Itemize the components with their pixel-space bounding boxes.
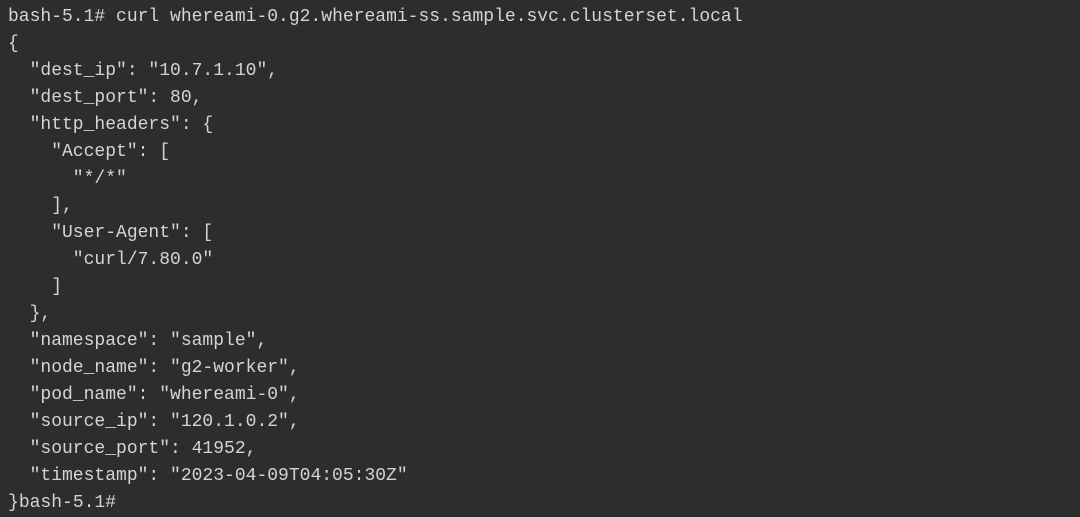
json-http-headers-close: },: [8, 304, 51, 324]
json-http-headers-open: "http_headers": {: [8, 115, 213, 135]
json-source-ip: "source_ip": "120.1.0.2",: [8, 412, 300, 432]
json-user-agent-open: "User-Agent": [: [8, 223, 213, 243]
shell-prompt-2: bash-5.1#: [19, 493, 116, 513]
json-close-brace: }: [8, 493, 19, 513]
curl-command: curl whereami-0.g2.whereami-ss.sample.sv…: [116, 7, 743, 27]
json-accept-value: "*/*": [8, 169, 127, 189]
json-dest-port: "dest_port": 80,: [8, 88, 202, 108]
json-source-port: "source_port": 41952,: [8, 439, 256, 459]
terminal-output[interactable]: bash-5.1# curl whereami-0.g2.whereami-ss…: [8, 4, 1072, 517]
json-user-agent-close: ]: [8, 277, 62, 297]
json-namespace: "namespace": "sample",: [8, 331, 267, 351]
json-accept-open: "Accept": [: [8, 142, 170, 162]
json-accept-close: ],: [8, 196, 73, 216]
json-user-agent-value: "curl/7.80.0": [8, 250, 213, 270]
shell-prompt-1: bash-5.1#: [8, 7, 116, 27]
json-pod-name: "pod_name": "whereami-0",: [8, 385, 300, 405]
json-node-name: "node_name": "g2-worker",: [8, 358, 300, 378]
json-dest-ip: "dest_ip": "10.7.1.10",: [8, 61, 278, 81]
json-timestamp: "timestamp": "2023-04-09T04:05:30Z": [8, 466, 408, 486]
json-open-brace: {: [8, 34, 19, 54]
